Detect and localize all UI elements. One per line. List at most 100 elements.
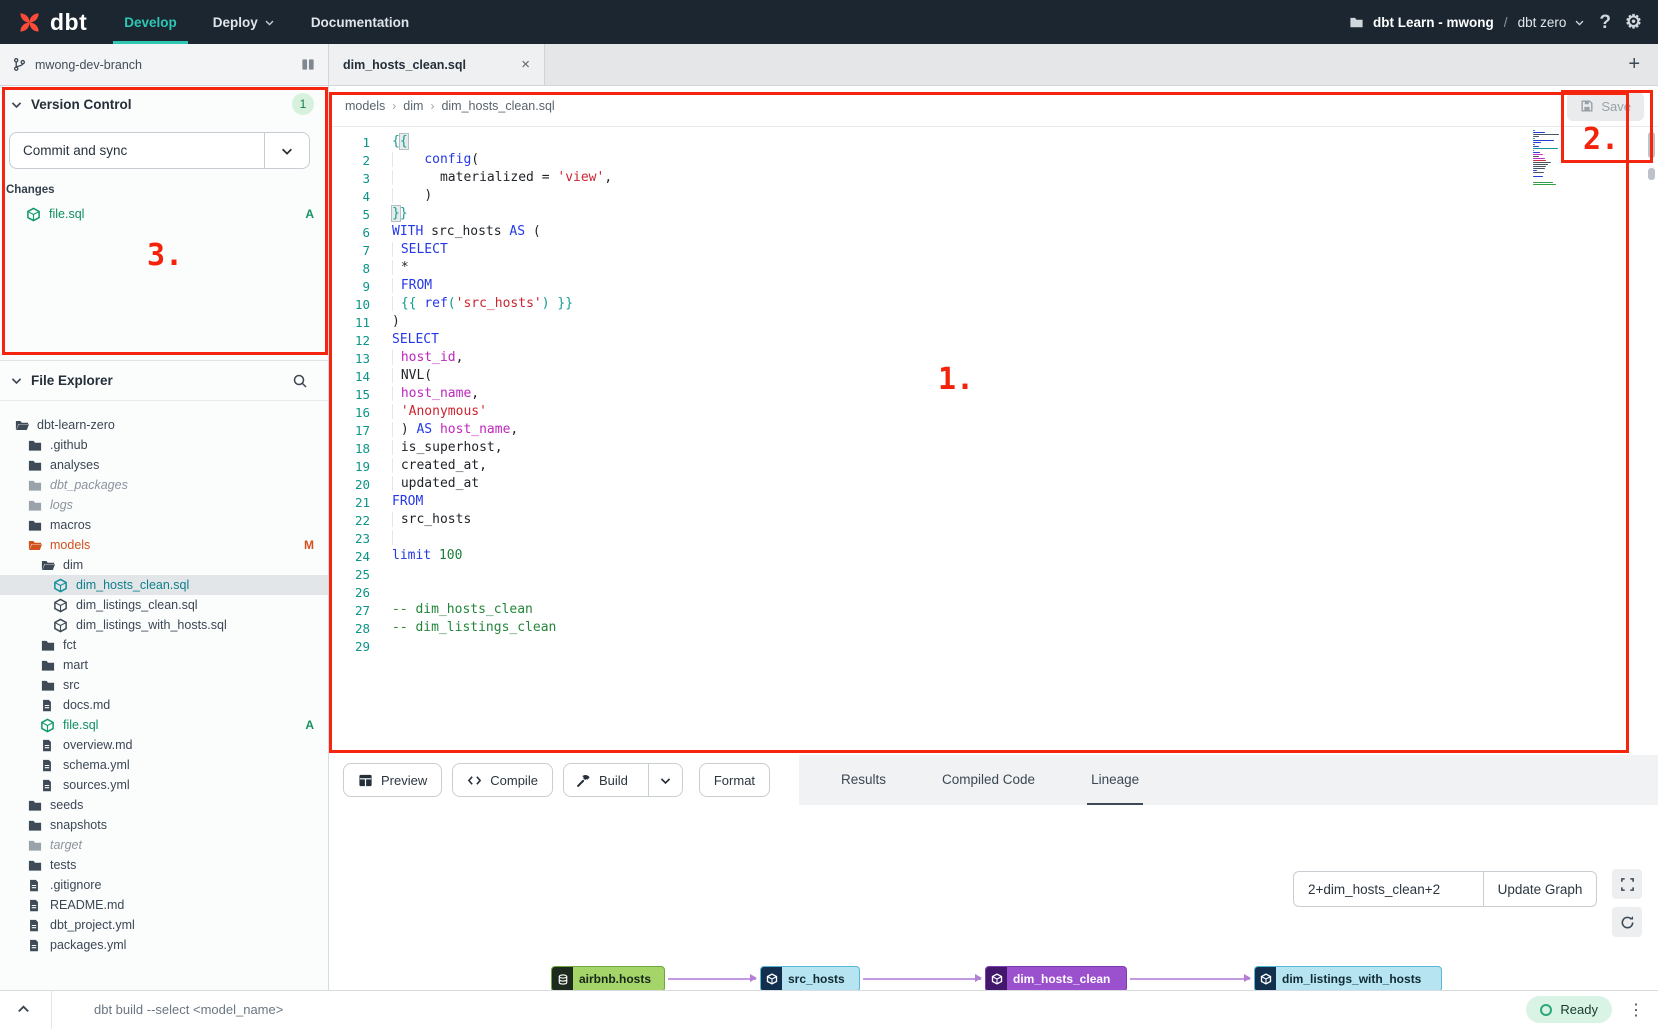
code-line-9[interactable]: 9 FROM (330, 278, 1658, 296)
build-button[interactable]: Build (563, 763, 683, 797)
tree-item-seeds[interactable]: seeds (0, 795, 328, 815)
lineage-node-dim_hosts_clean[interactable]: dim_hosts_clean (985, 966, 1127, 992)
code-line-6[interactable]: 6WITH src_hosts AS ( (330, 224, 1658, 242)
new-tab-icon[interactable]: + (1628, 53, 1658, 76)
chevron-down-icon[interactable] (10, 98, 23, 111)
tree-item-dbt-learn-zero[interactable]: dbt-learn-zero (0, 415, 328, 435)
close-icon[interactable]: × (521, 56, 530, 73)
code-line-20[interactable]: 20 updated_at (330, 476, 1658, 494)
code-line-26[interactable]: 26 (330, 584, 1658, 602)
tree-item-dbt_packages[interactable]: dbt_packages (0, 475, 328, 495)
code-line-7[interactable]: 7 SELECT (330, 242, 1658, 260)
gear-icon[interactable]: ⚙ (1625, 13, 1642, 32)
update-graph-button[interactable]: Update Graph (1483, 871, 1597, 907)
tree-item-dim[interactable]: dim (0, 555, 328, 575)
code-line-2[interactable]: 2 config( (330, 152, 1658, 170)
code-line-15[interactable]: 15 host_name, (330, 386, 1658, 404)
search-icon[interactable] (292, 373, 308, 389)
build-options-dropdown[interactable] (648, 764, 682, 796)
tree-item-snapshots[interactable]: snapshots (0, 815, 328, 835)
project-picker[interactable]: dbt Learn - mwong / dbt zero (1348, 15, 1585, 30)
tree-item-sources.yml[interactable]: sources.yml (0, 775, 328, 795)
tree-item-README.md[interactable]: README.md (0, 895, 328, 915)
code-line-29[interactable]: 29 (330, 638, 1658, 656)
tree-item-overview.md[interactable]: overview.md (0, 735, 328, 755)
code-line-5[interactable]: 5}} (330, 206, 1658, 224)
code-line-13[interactable]: 13 host_id, (330, 350, 1658, 368)
editor-scrollbar[interactable] (1648, 132, 1655, 158)
lineage-canvas[interactable]: Update Graph airbnb.hosts src_hosts dim_ho… (330, 805, 1658, 990)
kebab-menu-icon[interactable]: ⋮ (1612, 1000, 1658, 1020)
lineage-selector-input[interactable] (1293, 871, 1483, 907)
file-explorer-header[interactable]: File Explorer (0, 361, 328, 401)
code-line-1[interactable]: 1{{ (330, 134, 1658, 152)
tree-item-file.sql[interactable]: file.sqlA (0, 715, 328, 735)
tree-item-dim_listings_clean.sql[interactable]: dim_listings_clean.sql (0, 595, 328, 615)
code-line-10[interactable]: 10 {{ ref('src_hosts') }} (330, 296, 1658, 314)
tree-item-src[interactable]: src (0, 675, 328, 695)
tab-lineage[interactable]: Lineage (1087, 755, 1143, 805)
nav-deploy[interactable]: Deploy (202, 0, 286, 44)
dbt-logo[interactable]: dbt (0, 9, 113, 36)
tree-item-mart[interactable]: mart (0, 655, 328, 675)
chevron-up-icon[interactable] (0, 1002, 51, 1017)
code-line-18[interactable]: 18 is_superhost, (330, 440, 1658, 458)
code-line-11[interactable]: 11) (330, 314, 1658, 332)
fullscreen-icon[interactable] (1612, 869, 1642, 899)
code-line-4[interactable]: 4 ) (330, 188, 1658, 206)
commit-and-sync-button[interactable]: Commit and sync (9, 132, 310, 169)
code-line-27[interactable]: 27-- dim_hosts_clean (330, 602, 1658, 620)
tree-item-.github[interactable]: .github (0, 435, 328, 455)
compile-button[interactable]: Compile (452, 763, 553, 797)
code-line-3[interactable]: 3 materialized = 'view', (330, 170, 1658, 188)
tree-item-logs[interactable]: logs (0, 495, 328, 515)
code-line-24[interactable]: 24limit 100 (330, 548, 1658, 566)
preview-button[interactable]: Preview (343, 763, 442, 797)
commit-options-dropdown[interactable] (264, 133, 309, 168)
tree-item-models[interactable]: modelsM (0, 535, 328, 555)
tree-item-packages.yml[interactable]: packages.yml (0, 935, 328, 955)
reset-view-icon[interactable] (1612, 907, 1642, 937)
tree-item-macros[interactable]: macros (0, 515, 328, 535)
tree-item-tests[interactable]: tests (0, 855, 328, 875)
code-line-14[interactable]: 14 NVL( (330, 368, 1658, 386)
code-line-25[interactable]: 25 (330, 566, 1658, 584)
nav-documentation[interactable]: Documentation (300, 0, 420, 44)
code-line-28[interactable]: 28-- dim_listings_clean (330, 620, 1658, 638)
changed-file-row[interactable]: file.sql A (0, 203, 328, 225)
tree-item-fct[interactable]: fct (0, 635, 328, 655)
save-button[interactable]: Save (1567, 92, 1644, 121)
code-line-17[interactable]: 17 ) AS host_name, (330, 422, 1658, 440)
lineage-node-src_hosts[interactable]: src_hosts (760, 966, 860, 992)
lineage-node-airbnb.hosts[interactable]: airbnb.hosts (551, 966, 665, 992)
tree-item-docs.md[interactable]: docs.md (0, 695, 328, 715)
tab-results[interactable]: Results (837, 755, 890, 805)
command-input[interactable]: dbt build --select <model_name> (94, 1002, 283, 1017)
code-line-19[interactable]: 19 created_at, (330, 458, 1658, 476)
editor-scrollbar[interactable] (1648, 168, 1655, 180)
tree-item-schema.yml[interactable]: schema.yml (0, 755, 328, 775)
branch-bar[interactable]: mwong-dev-branch (0, 44, 329, 85)
code-line-22[interactable]: 22 src_hosts (330, 512, 1658, 530)
tree-item-analyses[interactable]: analyses (0, 455, 328, 475)
tree-item-dbt_project.yml[interactable]: dbt_project.yml (0, 915, 328, 935)
tree-item-dim_hosts_clean.sql[interactable]: dim_hosts_clean.sql (0, 575, 328, 595)
editor-tab[interactable]: dim_hosts_clean.sql × (329, 44, 545, 85)
tree-item-target[interactable]: target (0, 835, 328, 855)
tab-compiled-code[interactable]: Compiled Code (938, 755, 1039, 805)
tree-item-dim_listings_with_hosts.sql[interactable]: dim_listings_with_hosts.sql (0, 615, 328, 635)
code-line-16[interactable]: 16 'Anonymous' (330, 404, 1658, 422)
help-icon[interactable]: ? (1599, 13, 1611, 32)
minimap[interactable] (1533, 130, 1561, 188)
code-area[interactable]: 1{{2 config(3 materialized = 'view',4 )5… (330, 127, 1658, 656)
code-line-8[interactable]: 8 * (330, 260, 1658, 278)
format-button[interactable]: Format (699, 763, 770, 797)
split-view-icon[interactable] (300, 57, 316, 72)
code-line-21[interactable]: 21FROM (330, 494, 1658, 512)
code-line-12[interactable]: 12SELECT (330, 332, 1658, 350)
nav-develop[interactable]: Develop (113, 0, 188, 44)
lineage-node-dim_listings_with_hosts[interactable]: dim_listings_with_hosts (1254, 966, 1442, 992)
version-control-header[interactable]: Version Control 1 (0, 86, 328, 122)
chevron-down-icon[interactable] (10, 374, 23, 387)
code-line-23[interactable]: 23 (330, 530, 1658, 548)
